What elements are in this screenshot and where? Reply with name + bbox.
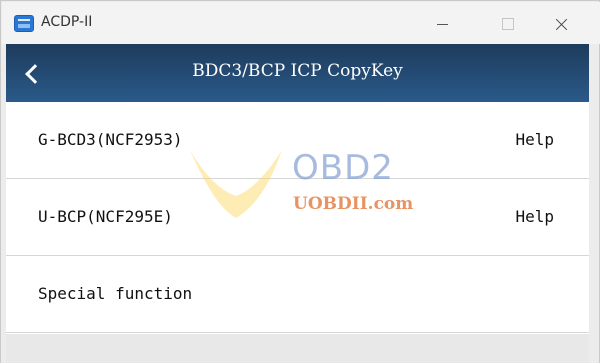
page-title: BDC3/BCP ICP CopyKey xyxy=(192,61,403,81)
help-link[interactable]: Help xyxy=(515,130,554,149)
close-icon[interactable] xyxy=(541,10,581,38)
maximize-icon[interactable] xyxy=(488,10,528,38)
list-item-u-bcp[interactable]: U-BCP(NCF295E) Help xyxy=(6,179,589,256)
app-icon xyxy=(14,15,34,32)
minimize-icon[interactable] xyxy=(423,10,463,38)
function-list: G-BCD3(NCF2953) Help U-BCP(NCF295E) Help… xyxy=(6,102,589,334)
app-window: ACDP-II BDC3/BCP ICP CopyKey G-BCD3(NCF2… xyxy=(0,0,600,363)
empty-area xyxy=(6,334,589,363)
help-link[interactable]: Help xyxy=(515,207,554,226)
watermark-site: UOBDII.com xyxy=(293,194,414,214)
window-title: ACDP-II xyxy=(41,14,93,30)
list-item-label: Special function xyxy=(38,284,193,303)
list-item-special-function[interactable]: Special function xyxy=(6,256,589,333)
list-item-label: U-BCP(NCF295E) xyxy=(38,207,173,226)
title-bar[interactable]: ACDP-II xyxy=(2,2,600,44)
watermark-logo-icon xyxy=(190,150,282,218)
watermark-brand: OBD2 xyxy=(292,148,394,188)
list-item-label: G-BCD3(NCF2953) xyxy=(38,130,183,149)
app-header: BDC3/BCP ICP CopyKey xyxy=(6,44,589,102)
